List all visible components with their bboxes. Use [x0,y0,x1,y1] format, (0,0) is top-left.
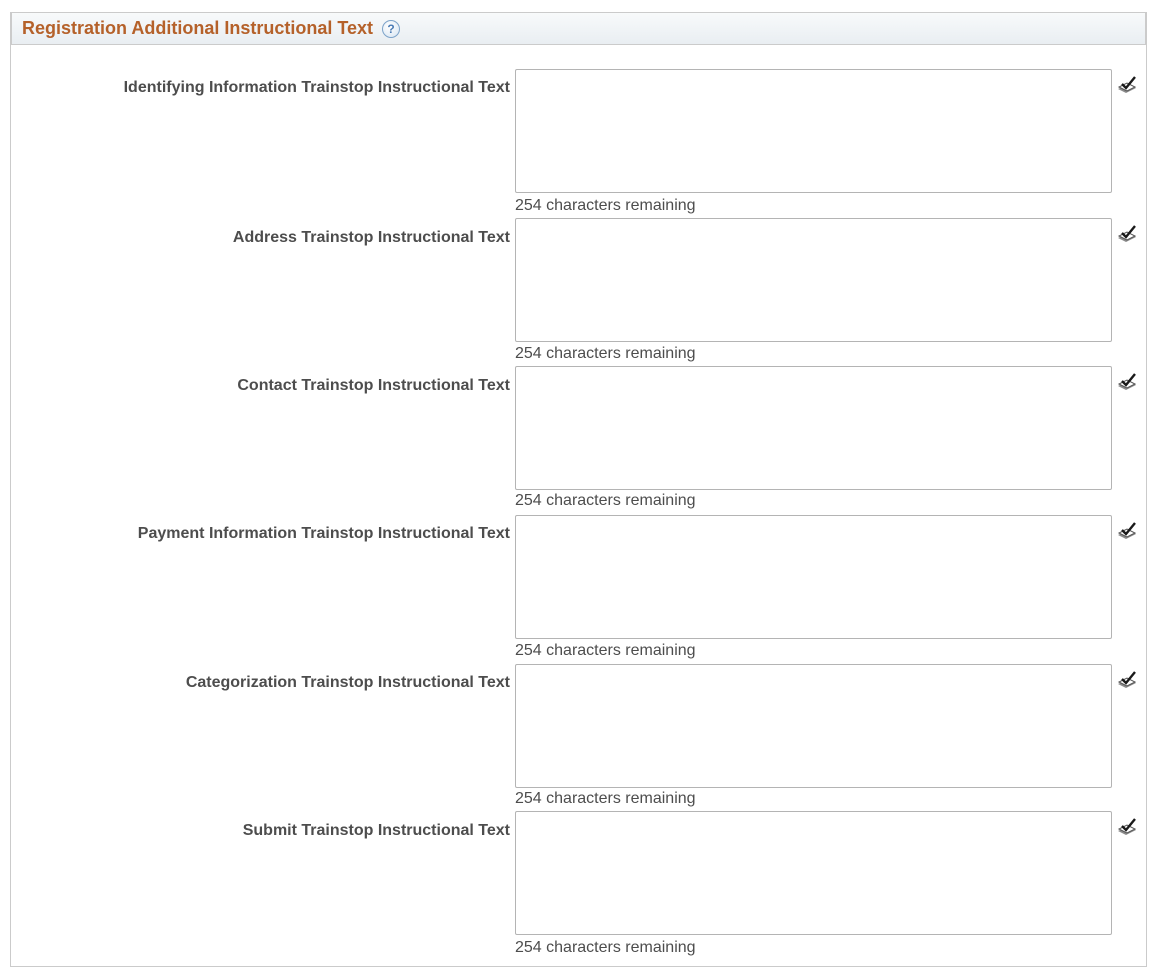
spell-check-icon[interactable] [1116,75,1138,95]
field-label-categorization: Categorization Trainstop Instructional T… [185,674,510,691]
character-counter: 254 characters remaining [515,197,696,214]
field-label-identifying-information: Identifying Information Trainstop Instru… [123,79,510,96]
spell-check-icon[interactable] [1116,670,1138,690]
character-counter: 254 characters remaining [515,939,696,956]
spell-check-icon[interactable] [1116,521,1138,541]
spell-check-icon[interactable] [1116,372,1138,392]
panel-header: Registration Additional Instructional Te… [11,12,1146,45]
field-label-submit: Submit Trainstop Instructional Text [242,822,510,839]
section-title: Registration Additional Instructional Te… [22,18,374,38]
identifying-information-textarea[interactable] [515,69,1112,193]
submit-textarea[interactable] [515,811,1112,935]
spell-check-icon[interactable] [1116,224,1138,244]
spell-check-icon[interactable] [1116,817,1138,837]
categorization-textarea[interactable] [515,664,1112,788]
character-counter: 254 characters remaining [515,790,696,807]
field-label-payment-information: Payment Information Trainstop Instructio… [137,525,510,542]
character-counter: 254 characters remaining [515,492,696,509]
field-label-address: Address Trainstop Instructional Text [232,229,510,246]
payment-information-textarea[interactable] [515,515,1112,639]
address-textarea[interactable] [515,218,1112,342]
contact-textarea[interactable] [515,366,1112,490]
character-counter: 254 characters remaining [515,345,696,362]
character-counter: 254 characters remaining [515,642,696,659]
help-icon[interactable]: ? [382,19,401,38]
field-label-contact: Contact Trainstop Instructional Text [237,377,510,394]
